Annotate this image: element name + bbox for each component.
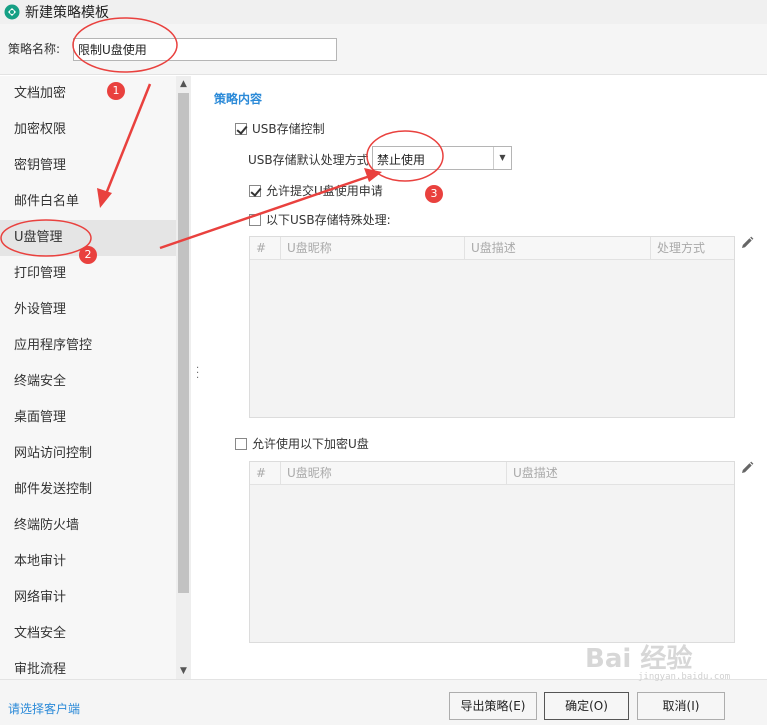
default-action-select[interactable]: 禁止使用 ▼ (372, 146, 512, 170)
sidebar-item-endpoint-firewall[interactable]: 终端防火墙 (0, 508, 176, 544)
window-title: 新建策略模板 (25, 5, 109, 21)
usb-storage-control-checkbox[interactable]: USB存储控制 (235, 120, 325, 137)
checkbox-unchecked-icon[interactable] (235, 437, 247, 450)
sidebar-item-approval-flow[interactable]: 审批流程 (0, 652, 176, 679)
edit-pencil-icon[interactable] (740, 236, 754, 250)
cancel-button[interactable]: 取消(I) (637, 692, 725, 720)
export-policy-button[interactable]: 导出策略(E) (449, 692, 537, 720)
sidebar-item-encrypt-permission[interactable]: 加密权限 (0, 112, 176, 148)
checkbox-checked-icon[interactable] (235, 122, 247, 135)
table-header-nickname: U盘昵称 (281, 462, 507, 484)
title-bar: 新建策略模板 (0, 0, 767, 24)
usb-special-table: # U盘昵称 U盘描述 处理方式 (249, 236, 735, 418)
scroll-up-icon[interactable]: ▲ (176, 76, 191, 92)
default-action-value: 禁止使用 (377, 153, 426, 167)
table-header-description: U盘描述 (465, 237, 651, 259)
annotation-badge-2: 2 (79, 246, 97, 264)
special-handling-checkbox[interactable]: 以下USB存储特殊处理: (249, 211, 391, 228)
sidebar-item-document-security[interactable]: 文档安全 (0, 616, 176, 652)
table-header-index: # (250, 462, 281, 484)
sidebar-item-mail-whitelist[interactable]: 邮件白名单 (0, 184, 176, 220)
usb-storage-control-label: USB存储控制 (252, 122, 325, 136)
baidu-watermark-url: jingyan.baidu.com (638, 672, 731, 682)
special-handling-label: 以下USB存储特殊处理: (266, 213, 391, 227)
sidebar-item-endpoint-security[interactable]: 终端安全 (0, 364, 176, 400)
edit-pencil-icon[interactable] (740, 461, 754, 475)
table-header-index: # (250, 237, 281, 259)
select-client-link[interactable]: 请选择客户端 (8, 700, 80, 717)
annotation-badge-1: 1 (107, 82, 125, 100)
encrypted-usb-table-header: # U盘昵称 U盘描述 (250, 462, 734, 485)
scroll-down-icon[interactable]: ▼ (176, 663, 191, 679)
sidebar-scrollbar[interactable]: ▲ ▼ (176, 76, 191, 679)
chevron-down-icon[interactable]: ▼ (493, 147, 511, 169)
sidebar-item-app-control[interactable]: 应用程序管控 (0, 328, 176, 364)
allow-encrypted-usb-checkbox[interactable]: 允许使用以下加密U盘 (235, 435, 369, 452)
sidebar-item-doc-encrypt[interactable]: 文档加密 (0, 76, 176, 112)
checkbox-checked-icon[interactable] (249, 184, 261, 197)
sidebar-item-website-access[interactable]: 网站访问控制 (0, 436, 176, 472)
app-logo-icon (4, 4, 20, 20)
ok-button[interactable]: 确定(O) (544, 692, 629, 720)
sidebar-item-desktop-management[interactable]: 桌面管理 (0, 400, 176, 436)
usb-special-table-header: # U盘昵称 U盘描述 处理方式 (250, 237, 734, 260)
section-title: 策略内容 (214, 92, 263, 106)
sidebar: 文档加密 加密权限 密钥管理 邮件白名单 U盘管理 打印管理 外设管理 应用程序… (0, 76, 176, 679)
table-header-nickname: U盘昵称 (281, 237, 465, 259)
table-header-description: U盘描述 (513, 466, 558, 480)
sidebar-item-key-management[interactable]: 密钥管理 (0, 148, 176, 184)
sidebar-item-network-audit[interactable]: 网络审计 (0, 580, 176, 616)
default-action-label: USB存储默认处理方式 (248, 153, 369, 167)
policy-name-bar: 策略名称: (0, 24, 767, 75)
allow-encrypted-usb-label: 允许使用以下加密U盘 (252, 437, 369, 451)
sidebar-item-local-audit[interactable]: 本地审计 (0, 544, 176, 580)
table-header-action: 处理方式 (657, 241, 706, 255)
allow-usb-request-label: 允许提交U盘使用申请 (266, 184, 383, 198)
encrypted-usb-table: # U盘昵称 U盘描述 (249, 461, 735, 643)
sidebar-item-mail-send-control[interactable]: 邮件发送控制 (0, 472, 176, 508)
allow-usb-request-checkbox[interactable]: 允许提交U盘使用申请 (249, 182, 383, 199)
policy-name-label: 策略名称: (8, 42, 61, 56)
annotation-badge-3: 3 (425, 185, 443, 203)
footer-bar: 请选择客户端 导出策略(E) 确定(O) 取消(I) (0, 679, 767, 725)
sidebar-item-peripheral-management[interactable]: 外设管理 (0, 292, 176, 328)
scrollbar-thumb[interactable] (178, 93, 189, 593)
policy-content-panel: 策略内容 USB存储控制 USB存储默认处理方式 禁止使用 ▼ 允许提交U盘使用… (200, 76, 767, 679)
policy-name-input[interactable] (73, 38, 337, 61)
checkbox-unchecked-icon[interactable] (249, 213, 261, 226)
